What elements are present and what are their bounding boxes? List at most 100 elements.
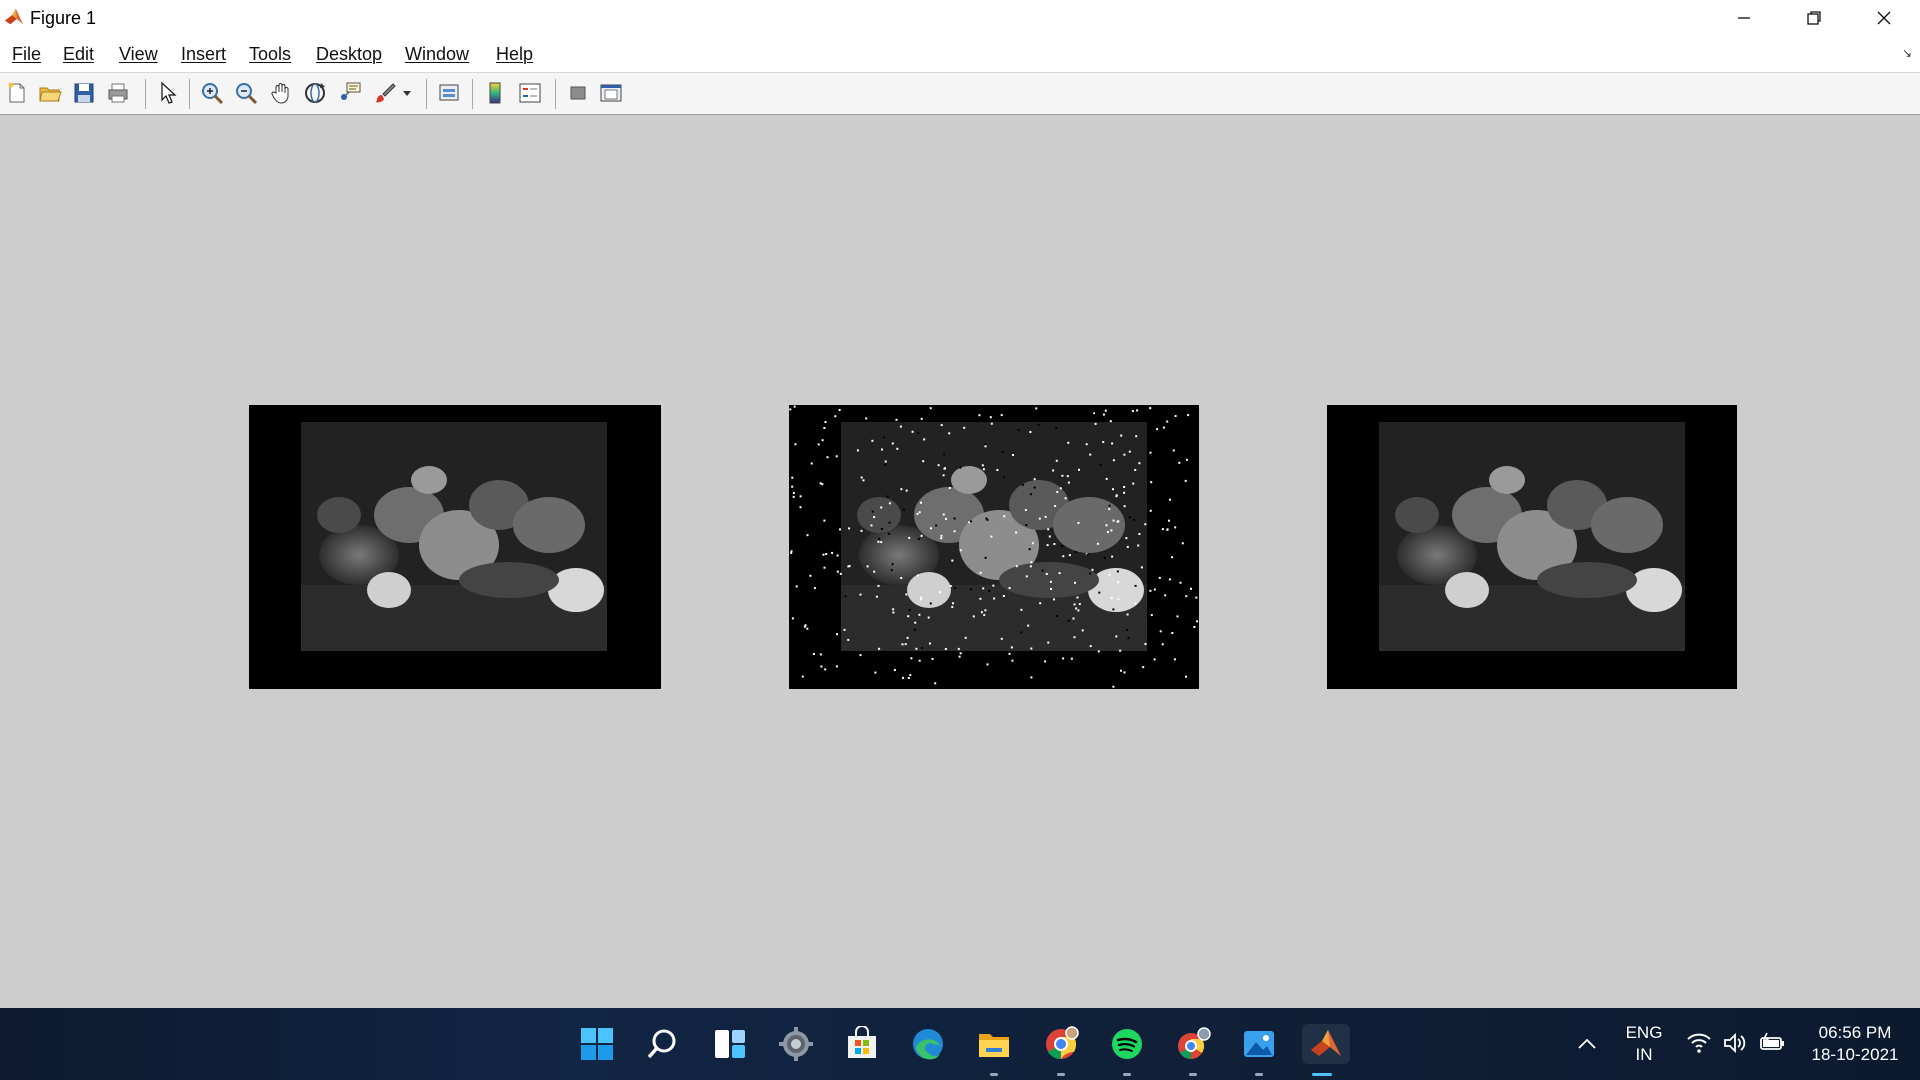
minimize-button[interactable]: [1709, 0, 1779, 36]
save-button[interactable]: [71, 80, 97, 106]
noise-pixel: [918, 659, 921, 662]
menu-tools[interactable]: Tools: [249, 44, 291, 65]
taskbar-spotify[interactable]: [1107, 1024, 1147, 1076]
noise-pixel: [809, 574, 812, 577]
noise-pixel: [810, 462, 813, 465]
show-plot-tools-icon: [600, 84, 622, 102]
wifi-status[interactable]: [1686, 1030, 1712, 1061]
zoom-out-button[interactable]: [233, 80, 259, 106]
insert-colorbar-icon: [489, 82, 501, 104]
language-line-1: ENG: [1625, 1023, 1663, 1042]
noise-pixel: [1153, 658, 1156, 661]
print-button[interactable]: [105, 80, 131, 106]
new-figure-icon: [8, 82, 25, 103]
noise-pixel: [935, 524, 938, 527]
pan-button[interactable]: [268, 80, 294, 106]
open-file-button[interactable]: [37, 80, 63, 106]
hide-plot-tools-button[interactable]: [565, 80, 591, 106]
noise-pixel: [996, 469, 999, 471]
data-cursor-button[interactable]: [337, 80, 363, 106]
show-hidden-icons-button[interactable]: [1575, 1032, 1599, 1061]
axes-noisy-image[interactable]: [789, 405, 1199, 689]
brush-button[interactable]: [372, 80, 398, 106]
axes-original-image[interactable]: [249, 405, 661, 689]
noise-pixel: [1158, 576, 1161, 579]
taskbar-photos[interactable]: [1239, 1024, 1279, 1076]
noise-pixel: [880, 528, 883, 530]
noise-pixel: [892, 611, 895, 614]
menu-file[interactable]: File: [12, 44, 41, 65]
noise-pixel: [806, 534, 809, 537]
open-file-icon: [39, 87, 62, 102]
noise-pixel: [1033, 478, 1036, 481]
noise-pixel: [1163, 676, 1166, 679]
restore-button[interactable]: [1779, 0, 1849, 36]
volume-status[interactable]: [1722, 1030, 1748, 1061]
noise-pixel: [992, 584, 995, 587]
new-figure-button[interactable]: [4, 80, 30, 106]
close-button[interactable]: [1849, 0, 1919, 36]
taskbar-search[interactable]: [643, 1024, 683, 1064]
noise-pixel: [944, 648, 947, 650]
noise-pixel: [1085, 443, 1088, 446]
noise-pixel: [964, 636, 967, 639]
noise-pixel: [957, 647, 960, 650]
noise-pixel: [1178, 461, 1181, 464]
noise-pixel: [1134, 584, 1137, 587]
noise-pixel: [877, 540, 880, 543]
dock-figure-icon[interactable]: ↘: [1902, 46, 1912, 60]
taskbar-chrome[interactable]: [1041, 1024, 1081, 1076]
noise-pixel: [905, 489, 908, 492]
figure-canvas[interactable]: [0, 115, 1920, 1008]
noise-pixel: [1159, 630, 1162, 633]
noise-pixel: [1105, 477, 1108, 480]
show-plot-tools-button[interactable]: [598, 80, 624, 106]
noise-pixel: [873, 516, 876, 519]
brush-dropdown[interactable]: [401, 80, 413, 106]
noise-pixel: [1168, 519, 1170, 522]
taskbar-file-explorer[interactable]: [974, 1024, 1014, 1076]
menu-window[interactable]: Window: [405, 44, 469, 65]
insert-colorbar-button[interactable]: [482, 80, 508, 106]
edit-plot-button[interactable]: [155, 80, 181, 106]
language-indicator[interactable]: ENG IN: [1622, 1022, 1666, 1066]
noise-pixel: [847, 638, 850, 641]
noise-pixel: [915, 647, 918, 650]
taskbar-task-view[interactable]: [710, 1024, 750, 1064]
noise-pixel: [891, 442, 894, 445]
taskbar-start[interactable]: [577, 1024, 617, 1064]
noise-pixel: [1117, 598, 1120, 601]
menu-view[interactable]: View: [119, 44, 158, 65]
noise-pixel: [820, 665, 823, 668]
noise-pixel: [888, 521, 891, 524]
taskbar-chrome-profile[interactable]: [1173, 1024, 1213, 1076]
noise-pixel: [844, 595, 847, 598]
link-plot-button[interactable]: [436, 80, 462, 106]
clock[interactable]: 06:56 PM 18-10-2021: [1800, 1022, 1910, 1066]
axes-filtered-image[interactable]: [1327, 405, 1737, 689]
taskbar-edge[interactable]: [908, 1024, 948, 1064]
noise-pixel: [927, 616, 930, 619]
noise-pixel: [1037, 423, 1040, 426]
menu-desktop[interactable]: Desktop: [316, 44, 382, 65]
noise-pixel: [1067, 481, 1070, 484]
battery-status[interactable]: [1758, 1030, 1786, 1061]
noise-pixel: [1112, 608, 1115, 611]
menu-edit[interactable]: Edit: [63, 44, 94, 65]
taskbar-settings[interactable]: [776, 1024, 816, 1064]
noise-pixel: [905, 593, 908, 596]
taskbar-matlab[interactable]: [1302, 1024, 1350, 1076]
noise-pixel: [1064, 497, 1067, 500]
noise-pixel: [1126, 613, 1129, 616]
rotate-3d-button[interactable]: [302, 80, 328, 106]
insert-legend-button[interactable]: [517, 80, 543, 106]
noise-pixel: [1120, 434, 1123, 437]
menu-help[interactable]: Help: [496, 44, 533, 65]
noise-pixel: [1048, 535, 1051, 538]
zoom-in-button[interactable]: [199, 80, 225, 106]
menu-insert[interactable]: Insert: [181, 44, 226, 65]
noise-pixel: [920, 647, 923, 649]
noise-pixel: [812, 412, 815, 415]
taskbar-store[interactable]: [842, 1024, 882, 1064]
noise-pixel: [817, 443, 820, 446]
